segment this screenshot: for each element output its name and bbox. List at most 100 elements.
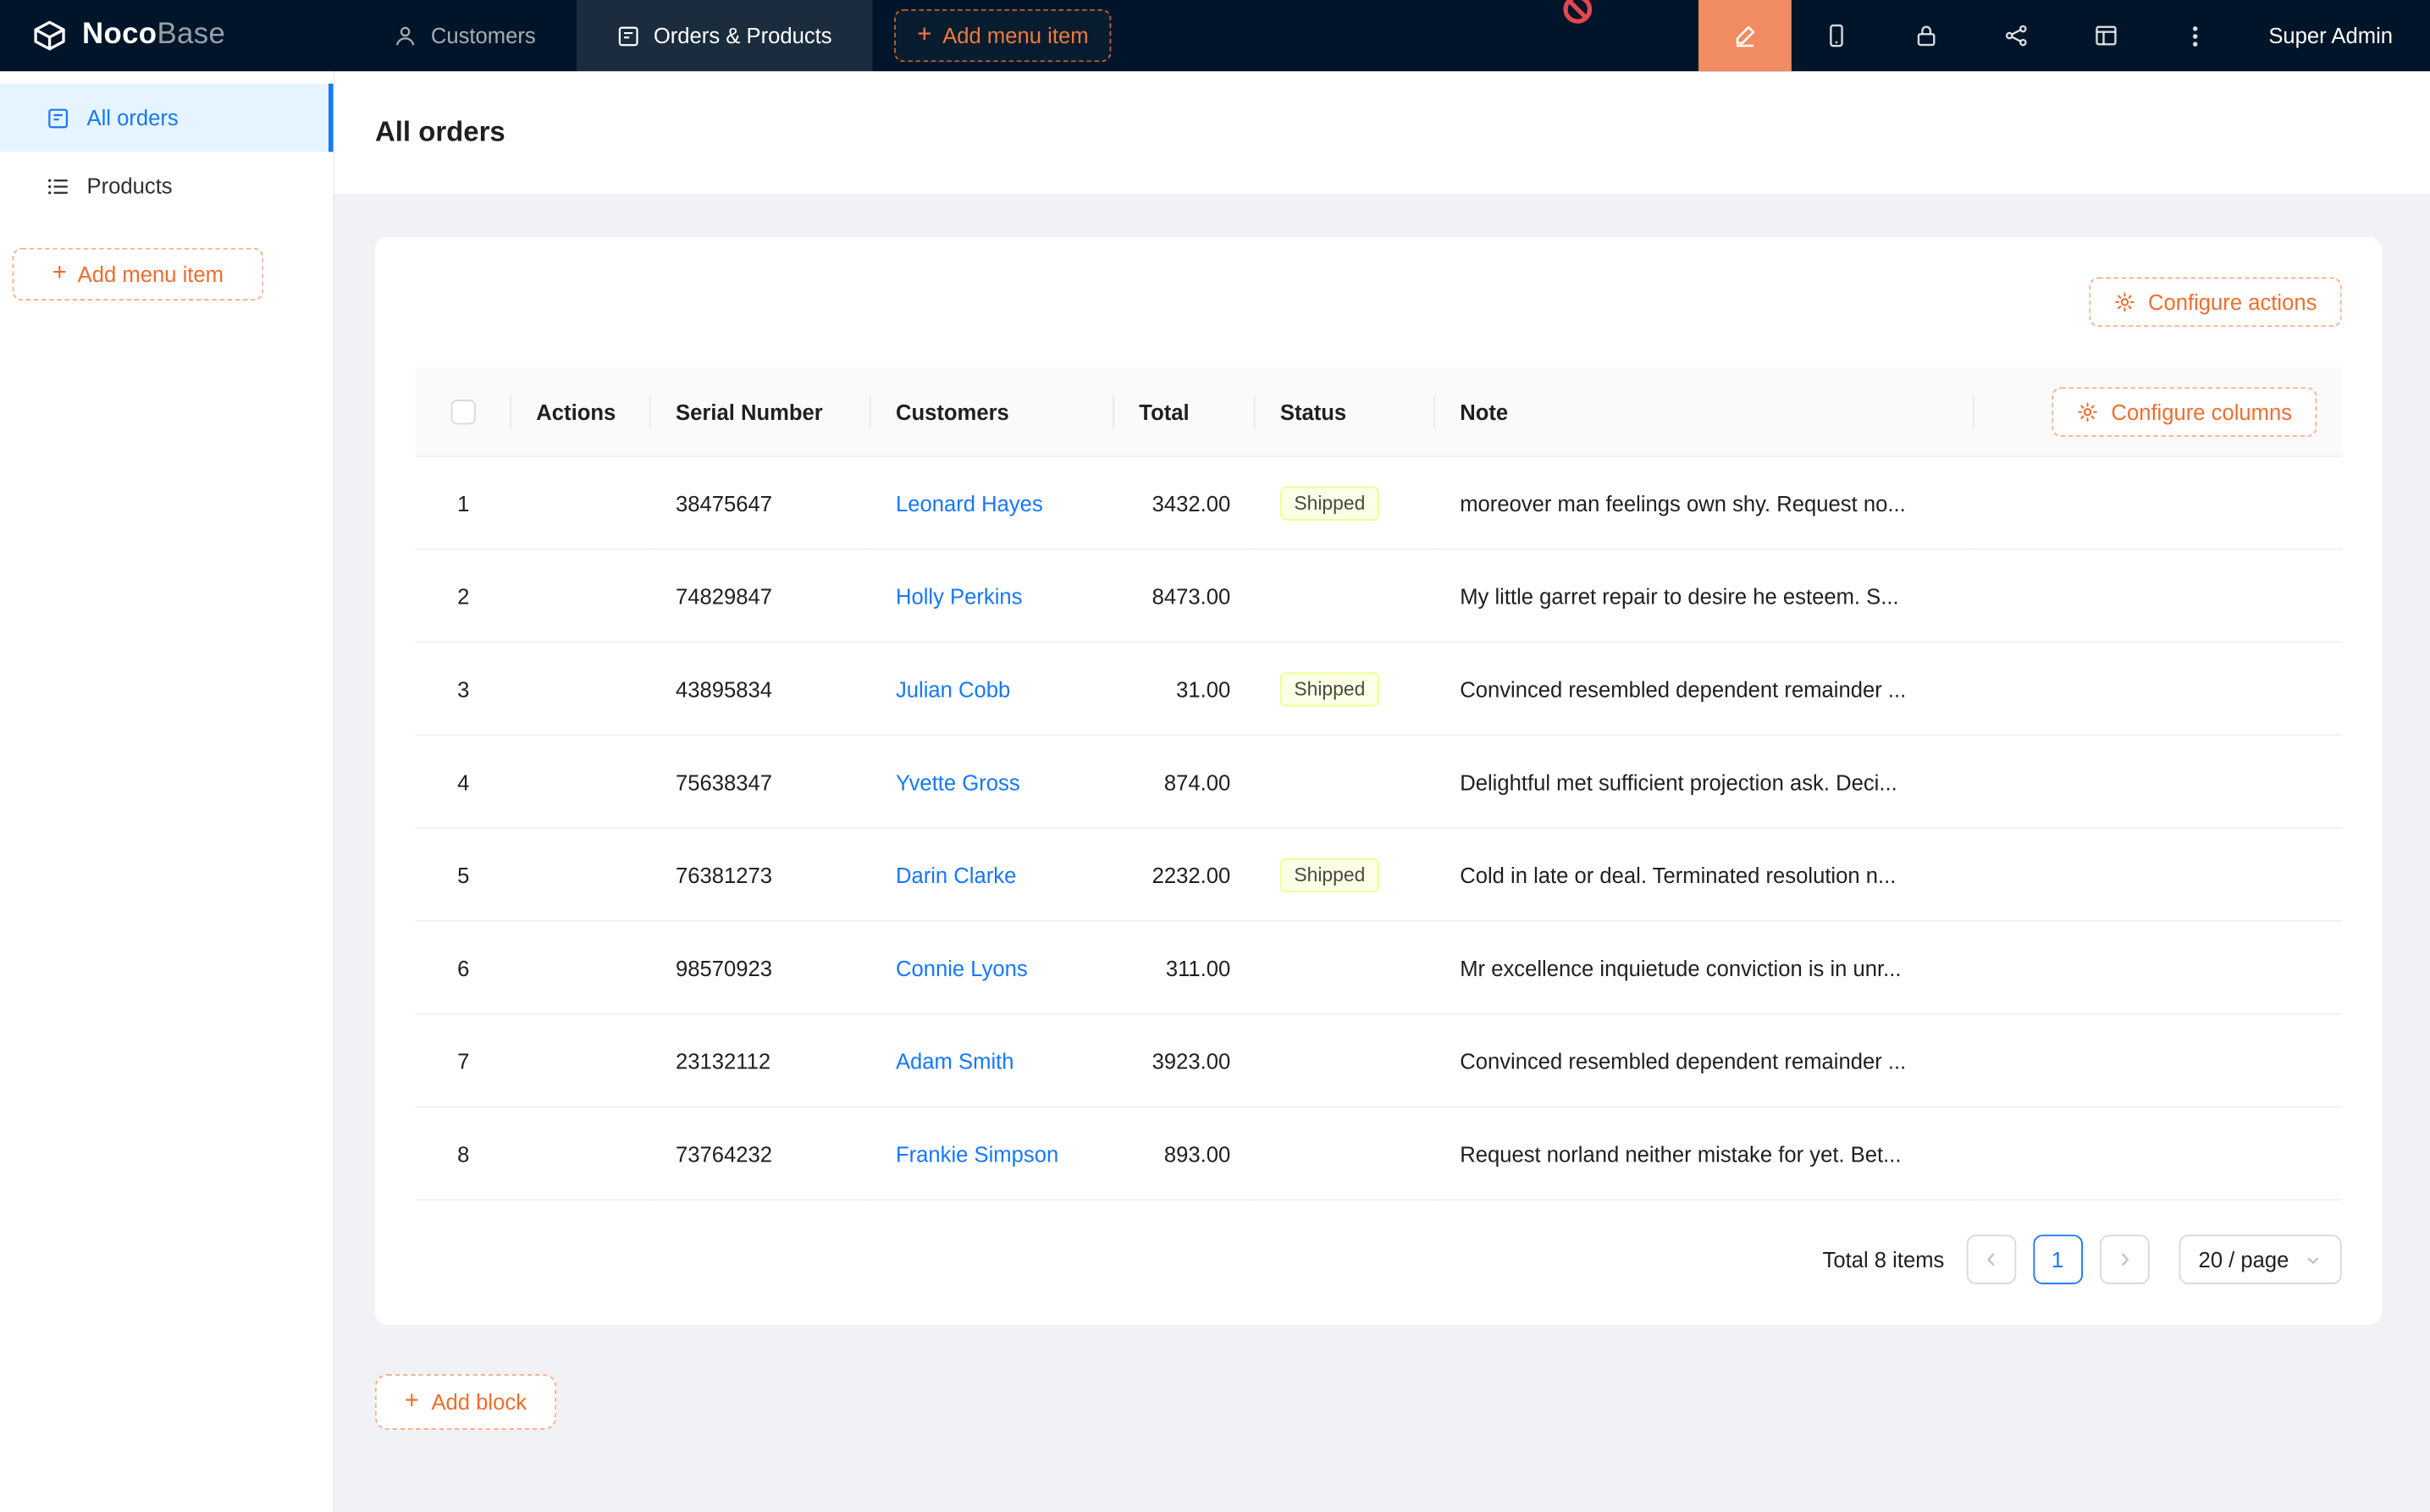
orders-table-body: 1 38475647 Leonard Hayes 3432.00 Shipped… [416,457,2342,1200]
customer-link[interactable]: Connie Lyons [896,955,1028,979]
row-actions-cell [511,922,651,1015]
lock-button[interactable] [1881,0,1971,71]
column-header-serial-number[interactable]: Serial Number [651,367,871,457]
table-row[interactable]: 8 73764232 Frankie Simpson 893.00 Reques… [416,1107,2342,1200]
nav-tab-orders-products[interactable]: Orders & Products [576,0,872,71]
orders-table-block: Configure actions [375,237,2382,1325]
table-row[interactable]: 4 75638347 Yvette Gross 874.00 Delightfu… [416,736,2342,829]
configure-columns-button[interactable]: Configure columns [2052,387,2317,437]
select-all-checkbox[interactable] [451,400,476,424]
column-header-actions[interactable]: Actions [511,367,651,457]
add-menu-item-button-side[interactable]: + Add menu item [13,248,264,301]
row-actions-cell [511,829,651,922]
total-cell: 893.00 [1114,1107,1256,1200]
main-area: All orders Configure actions [334,71,2430,1512]
total-cell: 8473.00 [1114,550,1256,643]
page-header: All orders [334,71,2430,194]
nav-tab-label: Orders & Products [654,23,832,47]
plugins-button[interactable] [1971,0,2061,71]
kebab-dots-icon [2194,33,2198,37]
table-toolbar: Configure actions [416,278,2342,328]
customer-link[interactable]: Yvette Gross [896,770,1020,794]
customer-link[interactable]: Frankie Simpson [896,1141,1058,1166]
configure-actions-button[interactable]: Configure actions [2089,278,2341,328]
row-index: 6 [416,922,511,1015]
customer-link[interactable]: Holly Perkins [896,583,1023,608]
chevron-right-icon [2115,1250,2134,1269]
row-actions-cell [511,643,651,736]
mobile-button[interactable] [1792,0,1881,71]
sidebar: All orders Products + Add menu item [0,71,334,1512]
row-trailing-cell [1974,643,2342,736]
next-page-button[interactable] [2099,1234,2149,1284]
page-title: All orders [375,116,505,148]
brand[interactable]: NocoBase [0,17,353,54]
add-block-label: Add block [431,1389,527,1414]
share-nodes-icon [2003,23,2028,47]
gear-icon [2077,400,2099,422]
nav-tab-customers[interactable]: Customers [353,0,576,71]
page-1-button[interactable]: 1 [2033,1234,2083,1284]
customer-link[interactable]: Leonard Hayes [896,490,1043,515]
serial-number-cell: 76381273 [651,829,871,922]
row-index: 5 [416,829,511,922]
total-cell: 3923.00 [1114,1015,1256,1108]
status-badge: Shipped [1280,486,1379,520]
table-row[interactable]: 6 98570923 Connie Lyons 311.00 Mr excell… [416,922,2342,1015]
column-header-customers[interactable]: Customers [871,367,1114,457]
table-row[interactable]: 1 38475647 Leonard Hayes 3432.00 Shipped… [416,457,2342,550]
add-menu-item-label: Add menu item [78,262,224,286]
customer-link[interactable]: Adam Smith [896,1048,1014,1073]
customers-icon [394,24,417,47]
sidebar-item-all-orders[interactable]: All orders [0,84,334,152]
total-cell: 311.00 [1114,922,1256,1015]
sidebar-item-products[interactable]: Products [0,152,334,220]
chevron-down-icon [2305,1251,2322,1268]
pagination: Total 8 items 1 [416,1234,2342,1284]
layout: All orders Products + Add menu item All … [0,71,2430,1512]
column-header-total[interactable]: Total [1114,367,1256,457]
layout-button[interactable] [2061,0,2151,71]
total-cell: 2232.00 [1114,829,1256,922]
row-trailing-cell [1974,1015,2342,1108]
note-cell: Convinced resembled dependent remainder … [1435,643,1974,736]
customer-link[interactable]: Darin Clarke [896,862,1016,886]
note-cell: Delightful met sufficient projection ask… [1435,736,1974,829]
row-actions-cell [511,1015,651,1108]
customer-link[interactable]: Julian Cobb [896,676,1010,701]
nav-tab-label: Customers [431,23,536,47]
serial-number-cell: 38475647 [651,457,871,550]
table-header-row: Actions Serial Number Customers Total St… [416,367,2342,457]
add-menu-item-label: Add menu item [942,23,1088,47]
pagination-total: Total 8 items [1823,1247,1945,1272]
prev-page-button[interactable] [1966,1234,2016,1284]
table-row[interactable]: 5 76381273 Darin Clarke 2232.00 Shipped … [416,829,2342,922]
app-window: NocoBase Customers O [0,0,2430,1512]
row-trailing-cell [1974,922,2342,1015]
add-block-button[interactable]: + Add block [375,1374,556,1430]
row-actions-cell [511,550,651,643]
table-row[interactable]: 3 43895834 Julian Cobb 31.00 Shipped Con… [416,643,2342,736]
column-header-status[interactable]: Status [1256,367,1435,457]
layout-icon [2093,23,2118,47]
add-menu-item-button-top[interactable]: + Add menu item [894,9,1112,62]
form-icon [47,106,69,129]
page-size-select[interactable]: 20 / page [2179,1234,2342,1284]
column-header-note[interactable]: Note [1435,367,1974,457]
user-menu[interactable]: Super Admin [2240,23,2430,47]
total-cell: 31.00 [1114,643,1256,736]
form-icon [616,24,639,47]
row-index: 3 [416,643,511,736]
brand-name: NocoBase [82,19,225,52]
top-navbar: NocoBase Customers O [0,0,2430,71]
note-cell: Convinced resembled dependent remainder … [1435,1015,1974,1108]
table-row[interactable]: 2 74829847 Holly Perkins 8473.00 My litt… [416,550,2342,643]
row-actions-cell [511,457,651,550]
row-index: 2 [416,550,511,643]
more-button[interactable] [2151,0,2240,71]
highlighter-pen-icon [1732,23,1757,47]
ui-editor-button[interactable] [1698,0,1792,71]
table-row[interactable]: 7 23132112 Adam Smith 3923.00 Convinced … [416,1015,2342,1108]
orders-table: Actions Serial Number Customers Total St… [416,367,2342,1200]
plus-icon: + [917,23,931,47]
